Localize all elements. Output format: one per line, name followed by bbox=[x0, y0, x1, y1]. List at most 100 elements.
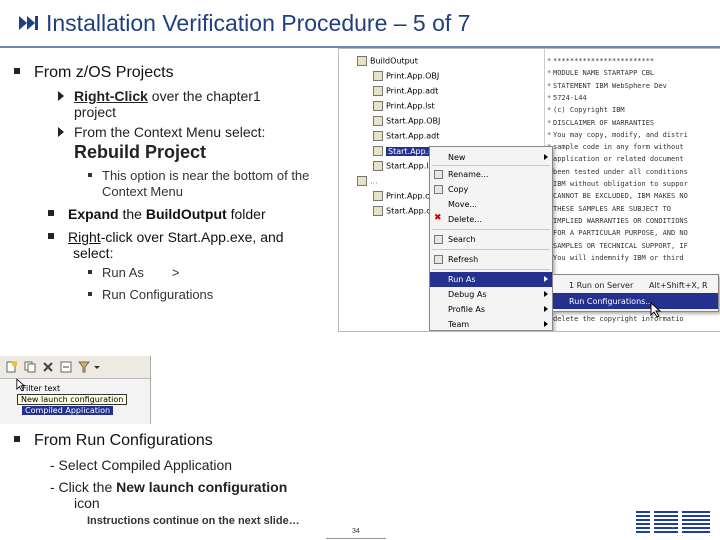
title-bar: Installation Verification Procedure – 5 … bbox=[0, 0, 720, 46]
launch-toolbar bbox=[0, 356, 150, 379]
bullet-marker bbox=[88, 172, 92, 177]
tree-item[interactable]: Start.App.adt bbox=[373, 131, 439, 144]
bullet-run-configurations: From Run Configurations bbox=[14, 432, 213, 450]
run-as-submenu: 1 Run on Server Alt+Shift+X, R Run Configu… bbox=[552, 274, 719, 312]
menu-item-refresh[interactable]: Refresh bbox=[430, 252, 552, 267]
menu-item-debug-as[interactable]: Debug As bbox=[430, 287, 552, 302]
menu-item-profile-as[interactable]: Profile As bbox=[430, 302, 552, 317]
menu-item-copy[interactable]: Copy bbox=[430, 182, 552, 197]
tree-item[interactable]: ... bbox=[357, 176, 378, 189]
run-on-server-menu-item[interactable]: 1 Run on Server Alt+Shift+X, R bbox=[553, 277, 718, 293]
editor-gutter-marker: * bbox=[547, 106, 552, 115]
code-line: FOR A PARTICULAR PURPOSE, AND NO bbox=[553, 229, 688, 238]
tree-item[interactable]: Print.App.OBJ bbox=[373, 71, 439, 84]
code-line: been tested under all conditions bbox=[553, 167, 688, 176]
code-line: MODULE NAME STARTAPP CBL bbox=[553, 69, 655, 78]
code-line: ************************ bbox=[553, 57, 655, 65]
tree-item[interactable]: Print.App.cbl bbox=[373, 191, 437, 204]
menu-separator bbox=[432, 165, 550, 166]
code-line: THESE SAMPLES ARE SUBJECT TO bbox=[553, 204, 672, 213]
code-line: You may copy, modify, and distri bbox=[553, 130, 688, 139]
file-icon bbox=[373, 101, 383, 111]
sub-bullet-right-click: Right-Click over the chapter1 project bbox=[74, 88, 261, 120]
rebuild-project-label: Rebuild Project bbox=[74, 142, 207, 162]
compiled-application-item[interactable]: Compiled Application bbox=[22, 406, 114, 415]
filter-icon[interactable] bbox=[78, 361, 90, 373]
menu-item-search[interactable]: Search bbox=[430, 232, 552, 247]
folder-icon bbox=[357, 176, 367, 186]
bullet-marker bbox=[88, 269, 92, 274]
tree-item[interactable]: BuildOutput bbox=[357, 56, 418, 69]
collapse-all-icon[interactable] bbox=[60, 361, 72, 373]
tree-item[interactable]: Start.App.OBJ bbox=[373, 116, 440, 129]
menu-item-label: New bbox=[448, 153, 466, 162]
run-configurations-screenshot: Filter text New launch configuration Com… bbox=[0, 356, 151, 424]
code-line: IBM without obligation to suppor bbox=[553, 180, 688, 188]
chevron-right-icon bbox=[544, 321, 548, 327]
bullet-expand-buildoutput: Expand the BuildOutput folder bbox=[48, 206, 266, 222]
filter-text-field[interactable]: Filter text bbox=[22, 384, 60, 393]
run-configurations-menu-item[interactable]: Run Configurations... bbox=[553, 293, 718, 309]
menu-item-team[interactable]: Team bbox=[430, 317, 552, 331]
move-icon bbox=[434, 200, 443, 209]
folder-icon bbox=[357, 56, 367, 66]
menu-item-rename[interactable]: Rename... bbox=[430, 167, 552, 182]
bullet-marker bbox=[48, 233, 54, 240]
editor-gutter-marker: * bbox=[547, 93, 552, 102]
new-launch-configuration-icon[interactable] bbox=[6, 361, 18, 373]
file-icon bbox=[373, 146, 383, 156]
footer-note: Instructions continue on the next slide… bbox=[87, 515, 300, 527]
menu-item-delete[interactable]: ✖ Delete... bbox=[430, 212, 552, 227]
file-icon bbox=[373, 191, 383, 201]
ibm-logo: IBM bbox=[636, 511, 710, 533]
menu-separator bbox=[432, 229, 550, 230]
tree-item[interactable]: Print.App.adt bbox=[373, 86, 438, 99]
chevron-down-icon[interactable] bbox=[94, 361, 100, 373]
file-icon bbox=[373, 161, 383, 171]
bullet-marker bbox=[14, 67, 20, 74]
duplicate-icon[interactable] bbox=[24, 361, 36, 373]
menu-item-run-as[interactable]: Run As bbox=[430, 272, 552, 287]
chevron-right-icon bbox=[544, 276, 548, 282]
menu-separator bbox=[432, 249, 550, 250]
code-line: You will indemnify IBM or third bbox=[553, 253, 684, 262]
bullet-zos-projects: From z/OS Projects bbox=[14, 64, 174, 82]
menu-item-new[interactable]: New bbox=[430, 150, 552, 165]
step-select-compiled-application: - Select Compiled Application bbox=[50, 457, 233, 473]
note-context-menu: This option is near the bottom of the Co… bbox=[88, 168, 309, 200]
sub-bullet-context-menu: From the Context Menu select: bbox=[74, 124, 266, 140]
tree-item[interactable]: Print.App.lst bbox=[373, 101, 435, 114]
sub-bullet-run-configurations: Run Configurations bbox=[88, 287, 213, 303]
svg-text:IBM: IBM bbox=[672, 527, 674, 529]
file-icon bbox=[373, 131, 383, 141]
arrow-bullet-icon bbox=[58, 127, 64, 137]
profile-as-icon bbox=[434, 305, 443, 314]
rename-icon bbox=[434, 170, 443, 179]
bullet-marker bbox=[88, 291, 92, 296]
mouse-cursor-icon bbox=[16, 378, 26, 392]
search-icon bbox=[434, 235, 443, 244]
context-menu: New Rename... Copy Move... ✖ Delete... Search R… bbox=[429, 146, 553, 331]
sub-bullet-run-as: Run As > bbox=[88, 265, 180, 281]
menu-item-move[interactable]: Move... bbox=[430, 197, 552, 212]
new-launch-tooltip: New launch configuration bbox=[17, 394, 128, 405]
editor-gutter-marker: * bbox=[547, 57, 552, 65]
arrow-bullet-icon bbox=[58, 91, 64, 101]
menu-item-label: Move... bbox=[448, 200, 478, 209]
submenu-shortcut: Alt+Shift+X, R bbox=[649, 281, 708, 290]
step-click-new-launch-cont: icon bbox=[74, 495, 100, 511]
chevron-right-icon bbox=[544, 154, 548, 160]
debug-as-icon bbox=[434, 290, 443, 299]
code-line: sample code in any form without bbox=[553, 143, 684, 152]
bullet-right-click-startapp: Right-click over Start.App.exe, and sele… bbox=[48, 229, 284, 261]
file-icon bbox=[373, 86, 383, 96]
slide-title: Installation Verification Procedure – 5 … bbox=[46, 10, 471, 36]
code-line: application or related document bbox=[553, 155, 684, 164]
editor-gutter-marker: * bbox=[547, 69, 552, 78]
mouse-cursor-icon bbox=[650, 302, 662, 318]
tree-item[interactable]: Start.App.lst bbox=[373, 161, 436, 174]
menu-item-label: Profile As bbox=[448, 305, 486, 314]
menu-item-label: Delete... bbox=[448, 215, 482, 224]
code-line: STATEMENT IBM WebSphere Dev bbox=[553, 81, 667, 90]
delete-icon[interactable] bbox=[42, 361, 54, 373]
